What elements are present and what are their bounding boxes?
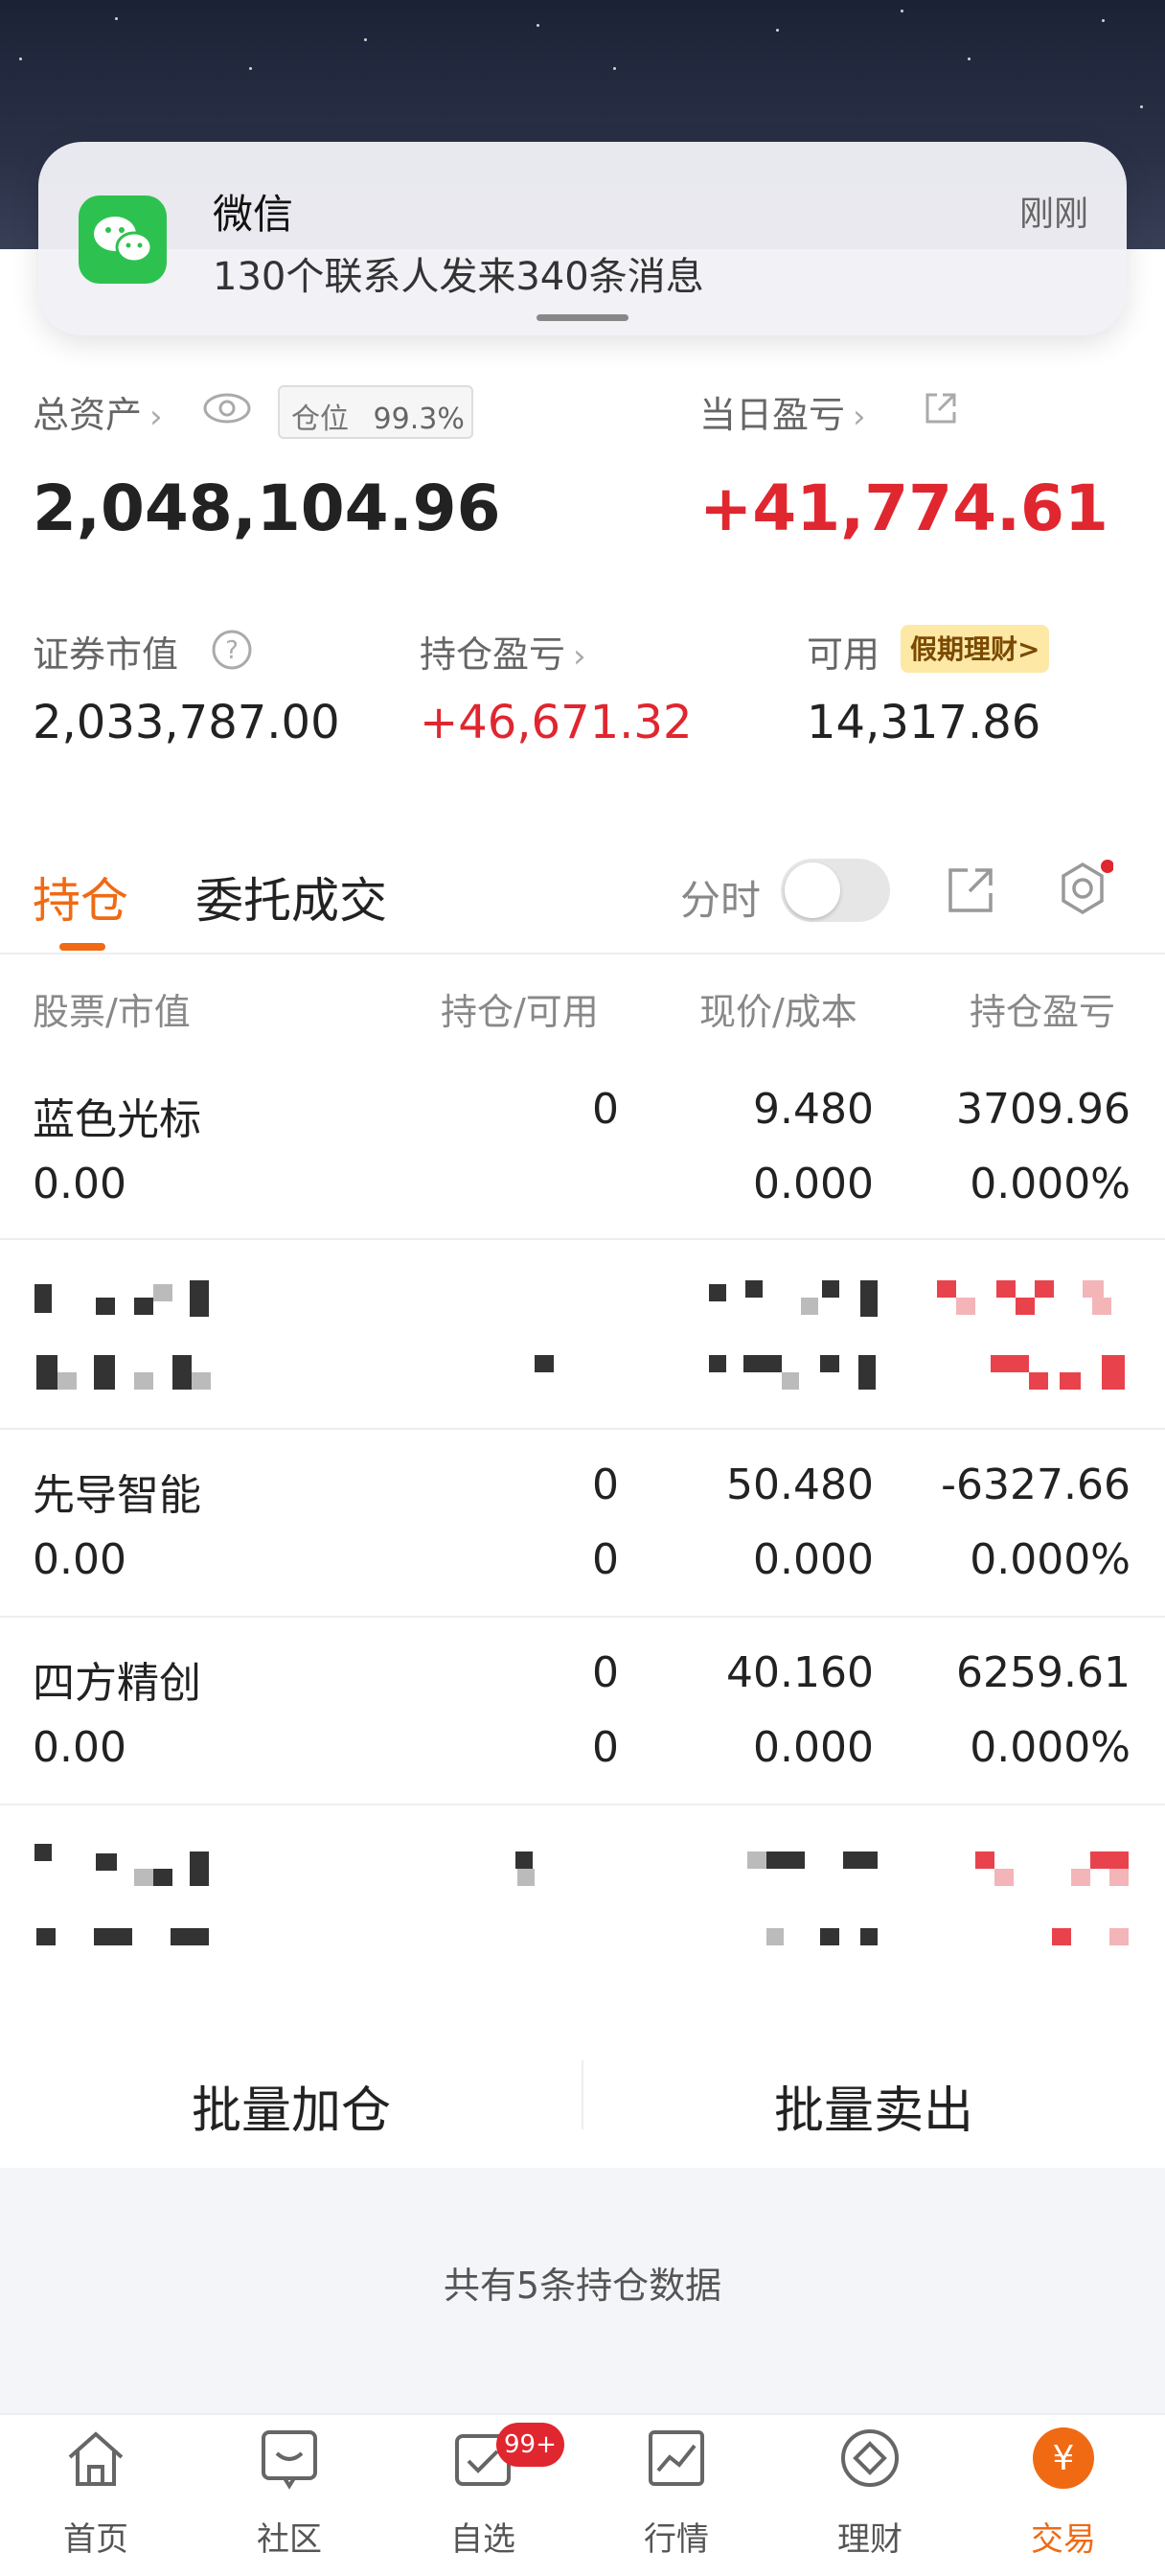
settings-gear-icon[interactable] xyxy=(1052,859,1114,924)
nav-community[interactable]: 社区 xyxy=(222,2425,356,2560)
row-divider xyxy=(0,1804,1165,1806)
notification-handle[interactable] xyxy=(537,314,628,321)
tab-holdings[interactable]: 持仓 xyxy=(33,862,128,932)
stock-pnl-pct: 0.000% xyxy=(970,1723,1131,1772)
nav-trade[interactable]: ¥ 交易 xyxy=(996,2425,1131,2560)
nav-label: 行情 xyxy=(644,2520,709,2559)
tab-underline xyxy=(59,943,105,951)
share-icon[interactable] xyxy=(922,389,960,431)
stock-market-value: 0.00 xyxy=(33,1535,126,1584)
export-icon[interactable] xyxy=(945,862,998,920)
market-chart-icon xyxy=(649,2430,704,2486)
stock-available: 0 xyxy=(592,1535,619,1584)
nav-label: 理财 xyxy=(837,2520,902,2559)
daily-pnl-label[interactable]: 当日盈亏 › xyxy=(699,385,866,438)
stock-price: 9.480 xyxy=(753,1085,874,1134)
stock-position: 0 xyxy=(592,1460,619,1509)
home-icon xyxy=(68,2431,124,2486)
timeshare-label: 分时 xyxy=(680,877,762,924)
market-value-value: 2,033,787.00 xyxy=(33,696,340,749)
svg-text:?: ? xyxy=(225,636,239,665)
position-badge-value: 99.3% xyxy=(373,402,465,436)
stock-cost: 0.000 xyxy=(753,1535,874,1584)
stock-available: 0 xyxy=(592,1723,619,1772)
tab-divider xyxy=(0,953,1165,954)
position-badge: 仓位 99.3% xyxy=(278,385,473,439)
batch-sell-button[interactable]: 批量卖出 xyxy=(774,2070,973,2142)
stock-market-value: 0.00 xyxy=(33,1723,126,1772)
holdings-count-note: 共有5条持仓数据 xyxy=(443,2265,722,2307)
col-header-position: 持仓/可用 xyxy=(441,991,599,1033)
trade-yuan-icon: ¥ xyxy=(1033,2427,1094,2489)
nav-label: 交易 xyxy=(1031,2520,1096,2559)
total-assets-value: 2,048,104.96 xyxy=(33,472,501,545)
notification-time: 刚刚 xyxy=(1018,195,1088,234)
holding-pnl-label[interactable]: 持仓盈亏 › xyxy=(420,625,586,678)
nav-wealth[interactable]: 理财 xyxy=(803,2425,937,2560)
stock-name: 先导智能 xyxy=(33,1471,201,1520)
bottom-nav xyxy=(0,2413,1165,2576)
daily-pnl-label-text: 当日盈亏 xyxy=(699,394,846,436)
stock-pnl-pct: 0.000% xyxy=(970,1160,1131,1208)
watchlist-badge: 99+ xyxy=(496,2423,564,2467)
nav-label: 首页 xyxy=(63,2520,128,2559)
nav-market[interactable]: 行情 xyxy=(609,2425,743,2560)
stock-position: 0 xyxy=(592,1085,619,1134)
nav-label: 自选 xyxy=(450,2520,515,2559)
chevron-right-icon: › xyxy=(853,398,866,436)
stock-position: 0 xyxy=(592,1648,619,1697)
tab-orders[interactable]: 委托成交 xyxy=(195,862,387,932)
holiday-finance-badge[interactable]: 假期理财> xyxy=(901,625,1050,673)
nav-home[interactable]: 首页 xyxy=(29,2425,163,2560)
stock-price: 50.480 xyxy=(726,1460,874,1509)
market-value-label: 证券市值 xyxy=(33,633,179,676)
batch-add-button[interactable]: 批量加仓 xyxy=(192,2070,391,2142)
chevron-right-icon: › xyxy=(573,637,586,676)
available-label: 可用 xyxy=(807,633,880,676)
holding-pnl-value: +46,671.32 xyxy=(420,696,693,749)
help-icon[interactable]: ? xyxy=(211,629,253,675)
stock-name: 四方精创 xyxy=(33,1659,201,1708)
button-separator xyxy=(582,2060,583,2129)
col-header-stock: 股票/市值 xyxy=(33,991,191,1033)
stock-cost: 0.000 xyxy=(753,1160,874,1208)
stock-pnl: -6327.66 xyxy=(941,1460,1131,1509)
svg-text:¥: ¥ xyxy=(1053,2439,1075,2478)
stock-pnl: 3709.96 xyxy=(956,1085,1131,1134)
col-header-pnl: 持仓盈亏 xyxy=(970,991,1116,1033)
toggle-knob xyxy=(785,862,840,918)
row-divider xyxy=(0,1238,1165,1240)
row-divider xyxy=(0,1616,1165,1618)
timeshare-toggle[interactable] xyxy=(781,859,890,922)
stock-pnl-pct: 0.000% xyxy=(970,1535,1131,1584)
chevron-right-icon: › xyxy=(149,398,163,436)
total-assets-label[interactable]: 总资产 › xyxy=(33,385,163,438)
nav-label: 社区 xyxy=(257,2520,322,2559)
community-icon xyxy=(262,2430,317,2490)
total-assets-label-text: 总资产 xyxy=(33,394,143,436)
stock-name: 蓝色光标 xyxy=(33,1095,201,1144)
wealth-icon xyxy=(841,2429,899,2487)
stock-pnl: 6259.61 xyxy=(956,1648,1131,1697)
notification-message: 130个联系人发来340条消息 xyxy=(213,255,704,299)
stock-price: 40.160 xyxy=(726,1648,874,1697)
holding-pnl-label-text: 持仓盈亏 xyxy=(420,633,566,676)
notification-app-name: 微信 xyxy=(213,191,294,238)
position-badge-label: 仓位 xyxy=(291,402,349,436)
stock-market-value: 0.00 xyxy=(33,1160,126,1208)
daily-pnl-value: +41,774.61 xyxy=(699,472,1108,545)
available-value: 14,317.86 xyxy=(807,696,1041,749)
wechat-icon xyxy=(79,196,167,284)
col-header-price: 现价/成本 xyxy=(699,991,857,1033)
stock-cost: 0.000 xyxy=(753,1723,874,1772)
row-divider xyxy=(0,1428,1165,1430)
eye-icon[interactable] xyxy=(201,387,253,433)
notification-banner[interactable]: 微信 130个联系人发来340条消息 刚刚 xyxy=(38,142,1127,335)
